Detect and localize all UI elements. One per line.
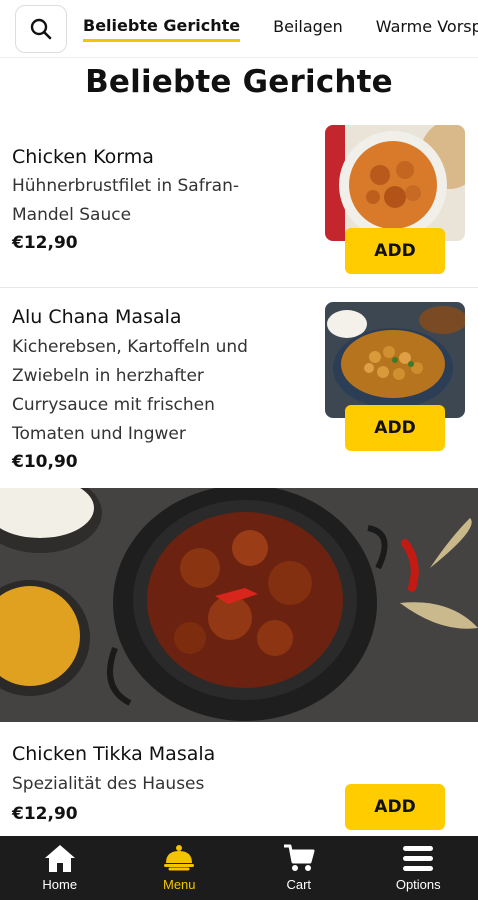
item-description-line: Spezialität des Hauses	[12, 774, 205, 794]
item-description-line: Kicherebsen, Kartoffeln und	[12, 337, 248, 357]
category-bar: Beliebte Gerichte Beilagen Warme Vorsp	[0, 0, 478, 58]
nav-menu[interactable]: Menu	[120, 836, 240, 900]
home-icon	[44, 845, 75, 872]
category-tabs: Beliebte Gerichte Beilagen Warme Vorsp	[83, 16, 478, 42]
hamburger-icon	[403, 846, 434, 871]
item-description: Kicherebsen, Kartoffeln und Zwiebeln in …	[12, 333, 248, 449]
featured-dish-image	[0, 488, 478, 722]
add-button[interactable]: ADD	[345, 228, 445, 274]
item-name: Alu Chana Masala	[12, 306, 182, 328]
tab-beilagen[interactable]: Beilagen	[273, 17, 343, 40]
item-image[interactable]	[325, 302, 465, 418]
nav-label: Options	[395, 877, 441, 892]
nav-label: Menu	[162, 877, 196, 892]
item-description: Hühnerbrustfilet in Safran- Mandel Sauce	[12, 172, 239, 230]
item-image[interactable]	[325, 125, 465, 241]
tab-warme-vorspeisen[interactable]: Warme Vorsp	[376, 17, 478, 40]
divider	[0, 287, 478, 288]
item-price: €12,90	[12, 804, 78, 824]
nav-cart[interactable]: Cart	[239, 836, 359, 900]
item-description-line: Mandel Sauce	[12, 205, 132, 225]
bottom-navigation: Home Menu Cart Options	[0, 836, 478, 900]
item-description: Spezialität des Hauses	[12, 770, 204, 799]
search-icon	[30, 18, 52, 39]
add-button[interactable]: ADD	[345, 784, 445, 830]
item-name: Chicken Tikka Masala	[12, 743, 216, 765]
search-button[interactable]	[15, 4, 67, 53]
section-title: Beliebte Gerichte	[85, 64, 393, 100]
item-description-line: Currysauce mit frischen	[12, 395, 215, 415]
nav-home[interactable]: Home	[0, 836, 120, 900]
nav-label: Cart	[286, 877, 312, 892]
item-description-line: Tomaten und Ingwer	[12, 424, 186, 444]
item-description-line: Hühnerbrustfilet in Safran-	[12, 176, 240, 196]
menu-cloche-icon	[164, 845, 195, 871]
item-description-line: Zwiebeln in herzhafter	[12, 366, 204, 386]
item-price: €12,90	[12, 233, 78, 253]
cart-icon	[283, 844, 315, 871]
add-button[interactable]: ADD	[345, 405, 445, 451]
tab-beliebte-gerichte[interactable]: Beliebte Gerichte	[83, 16, 241, 42]
nav-options[interactable]: Options	[359, 836, 478, 900]
nav-label: Home	[42, 877, 78, 892]
item-name: Chicken Korma	[12, 146, 154, 168]
item-price: €10,90	[12, 452, 78, 472]
